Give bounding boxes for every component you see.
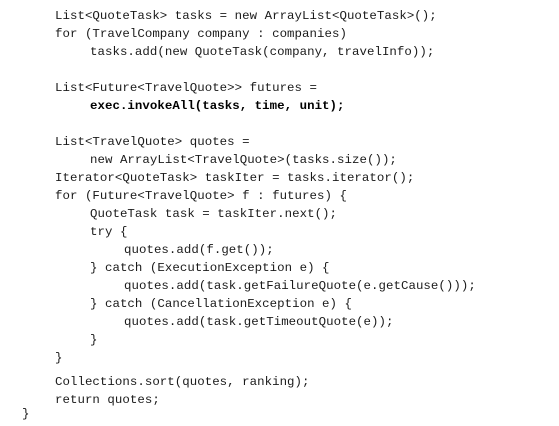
code-line-13: try { [90,225,128,239]
code-line-18: quotes.add(task.getTimeoutQuote(e)); [124,315,394,329]
code-line-8: List<TravelQuote> quotes = [55,135,250,149]
code-listing: List<QuoteTask> tasks = new ArrayList<Qu… [0,0,559,426]
code-line-19: } [90,333,98,347]
code-line-5: List<Future<TravelQuote>> futures = [55,81,317,95]
code-line-23: return quotes; [55,393,160,407]
code-line-20: } [55,351,63,365]
code-line-16: quotes.add(task.getFailureQuote(e.getCau… [124,279,476,293]
code-line-1: List<QuoteTask> tasks = new ArrayList<Qu… [55,9,437,23]
code-line-24: } [22,407,30,421]
code-line-22: Collections.sort(quotes, ranking); [55,375,310,389]
code-line-15: } catch (ExecutionException e) { [90,261,330,275]
code-line-2: for (TravelCompany company : companies) [55,27,347,41]
code-line-17: } catch (CancellationException e) { [90,297,352,311]
code-line-11: for (Future<TravelQuote> f : futures) { [55,189,347,203]
code-line-9: new ArrayList<TravelQuote>(tasks.size())… [90,153,397,167]
code-line-6: exec.invokeAll(tasks, time, unit); [90,99,345,113]
code-line-14: quotes.add(f.get()); [124,243,274,257]
code-line-10: Iterator<QuoteTask> taskIter = tasks.ite… [55,171,415,185]
code-line-3: tasks.add(new QuoteTask(company, travelI… [90,45,435,59]
code-line-12: QuoteTask task = taskIter.next(); [90,207,338,221]
